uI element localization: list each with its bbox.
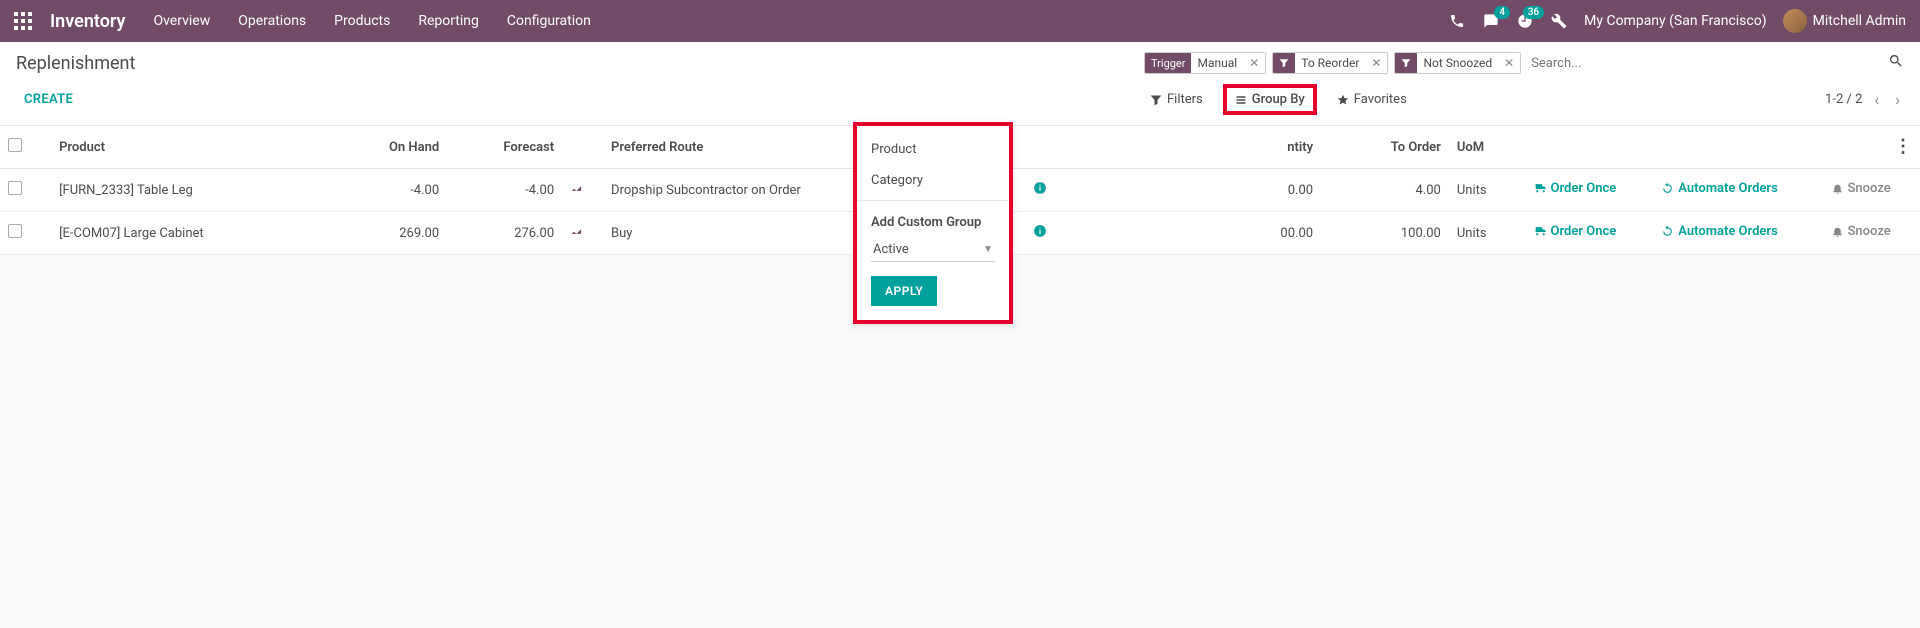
custom-group-select[interactable]: Active ▼ (871, 238, 995, 262)
col-to-order[interactable]: To Order (1321, 126, 1449, 169)
cell-uom[interactable]: Units (1449, 212, 1526, 255)
search-tag-to-reorder: To Reorder ✕ (1272, 52, 1388, 74)
kebab-icon[interactable]: ⋮ (1894, 141, 1912, 153)
search-area: Trigger Manual ✕ To Reorder ✕ Not Snooze… (1144, 52, 1904, 74)
cell-max-qty[interactable]: 00.00 (1066, 212, 1322, 255)
nav-overview[interactable]: Overview (153, 13, 210, 29)
search-tag-not-snoozed: Not Snoozed ✕ (1394, 52, 1521, 74)
col-uom[interactable]: UoM (1449, 126, 1526, 169)
cell-route[interactable]: Buy (603, 212, 884, 255)
pager: 1-2 / 2 ‹ › (1825, 90, 1904, 109)
automate-orders-button[interactable]: Automate Orders (1661, 181, 1778, 196)
forecast-chart-icon[interactable] (570, 181, 586, 199)
add-custom-group-label: Add Custom Group (857, 205, 1009, 234)
tag-value: Not Snoozed (1417, 53, 1498, 73)
select-all-checkbox[interactable] (8, 138, 22, 152)
star-icon (1337, 94, 1349, 106)
search-input[interactable] (1527, 54, 1882, 73)
company-selector[interactable]: My Company (San Francisco) (1584, 13, 1766, 29)
activities-badge: 36 (1523, 6, 1544, 19)
cell-to-order[interactable]: 100.00 (1321, 212, 1449, 255)
nav-products[interactable]: Products (334, 13, 390, 29)
vendor-info-icon[interactable] (1033, 224, 1049, 242)
row-checkbox[interactable] (8, 181, 22, 195)
page-title: Replenishment (16, 53, 135, 74)
snooze-button[interactable]: Snooze (1831, 181, 1891, 196)
col-on-hand[interactable]: On Hand (332, 126, 447, 169)
snooze-button[interactable]: Snooze (1831, 224, 1891, 239)
app-name[interactable]: Inventory (50, 11, 125, 32)
order-once-button[interactable]: Order Once (1534, 181, 1617, 196)
pager-next[interactable]: › (1891, 90, 1904, 109)
search-icon[interactable] (1888, 53, 1904, 73)
cell-product[interactable]: [E-COM07] Large Cabinet (51, 212, 332, 255)
close-icon[interactable]: ✕ (1365, 56, 1387, 70)
funnel-icon (1395, 53, 1417, 73)
pager-prev[interactable]: ‹ (1870, 90, 1883, 109)
favorites-label: Favorites (1354, 92, 1407, 107)
cell-product[interactable]: [FURN_2333] Table Leg (51, 169, 332, 212)
filters-button[interactable]: Filters (1144, 88, 1209, 111)
nav-operations[interactable]: Operations (238, 13, 306, 29)
debug-icon[interactable] (1550, 12, 1568, 30)
apps-icon[interactable] (14, 12, 32, 30)
filters-label: Filters (1167, 92, 1203, 107)
cell-forecast[interactable]: -4.00 (447, 169, 562, 212)
cell-forecast[interactable]: 276.00 (447, 212, 562, 255)
close-icon[interactable]: ✕ (1498, 56, 1520, 70)
avatar (1783, 9, 1807, 33)
forecast-chart-icon[interactable] (570, 224, 586, 242)
col-route[interactable]: Preferred Route (603, 126, 884, 169)
favorites-button[interactable]: Favorites (1331, 88, 1413, 111)
group-by-product[interactable]: Product (857, 134, 1009, 165)
pager-value[interactable]: 1-2 / 2 (1825, 92, 1862, 107)
tag-value: To Reorder (1295, 53, 1365, 73)
col-max-qty[interactable]: ntity (1066, 126, 1322, 169)
top-navbar: Inventory Overview Operations Products R… (0, 0, 1920, 42)
user-menu[interactable]: Mitchell Admin (1783, 9, 1906, 33)
row-checkbox[interactable] (8, 224, 22, 238)
group-by-label: Group By (1252, 92, 1305, 107)
user-name: Mitchell Admin (1813, 13, 1906, 29)
messages-icon[interactable]: 4 (1482, 12, 1500, 30)
chevron-down-icon: ▼ (983, 244, 993, 255)
cell-on-hand[interactable]: 269.00 (332, 212, 447, 255)
automate-orders-button[interactable]: Automate Orders (1661, 224, 1778, 239)
phone-icon[interactable] (1448, 12, 1466, 30)
control-panel: Replenishment Trigger Manual ✕ To Reorde… (0, 42, 1920, 126)
order-once-button[interactable]: Order Once (1534, 224, 1617, 239)
apply-button[interactable]: APPLY (871, 276, 937, 306)
cell-to-order[interactable]: 4.00 (1321, 169, 1449, 212)
group-by-category[interactable]: Category (857, 165, 1009, 196)
search-tag-trigger: Trigger Manual ✕ (1144, 52, 1266, 74)
list-icon (1235, 94, 1247, 106)
cell-max-qty[interactable]: 0.00 (1066, 169, 1322, 212)
tag-value: Manual (1191, 53, 1243, 73)
col-forecast[interactable]: Forecast (447, 126, 562, 169)
group-by-button[interactable]: Group By (1223, 84, 1317, 115)
cell-uom[interactable]: Units (1449, 169, 1526, 212)
cell-on-hand[interactable]: -4.00 (332, 169, 447, 212)
vendor-info-icon[interactable] (1033, 181, 1049, 199)
table-wrap: Product On Hand Forecast Preferred Route… (0, 126, 1920, 255)
activities-icon[interactable]: 36 (1516, 12, 1534, 30)
messages-badge: 4 (1494, 6, 1510, 19)
custom-group-value: Active (873, 242, 909, 257)
group-by-dropdown: Product Category Add Custom Group Active… (853, 122, 1013, 324)
funnel-icon (1150, 94, 1162, 106)
close-icon[interactable]: ✕ (1243, 56, 1265, 70)
tag-label: Trigger (1145, 53, 1191, 73)
col-product[interactable]: Product (51, 126, 332, 169)
nav-configuration[interactable]: Configuration (507, 13, 591, 29)
funnel-icon (1273, 53, 1295, 73)
create-button[interactable]: CREATE (16, 88, 81, 111)
cell-route[interactable]: Dropship Subcontractor on Order (603, 169, 884, 212)
nav-reporting[interactable]: Reporting (418, 13, 479, 29)
